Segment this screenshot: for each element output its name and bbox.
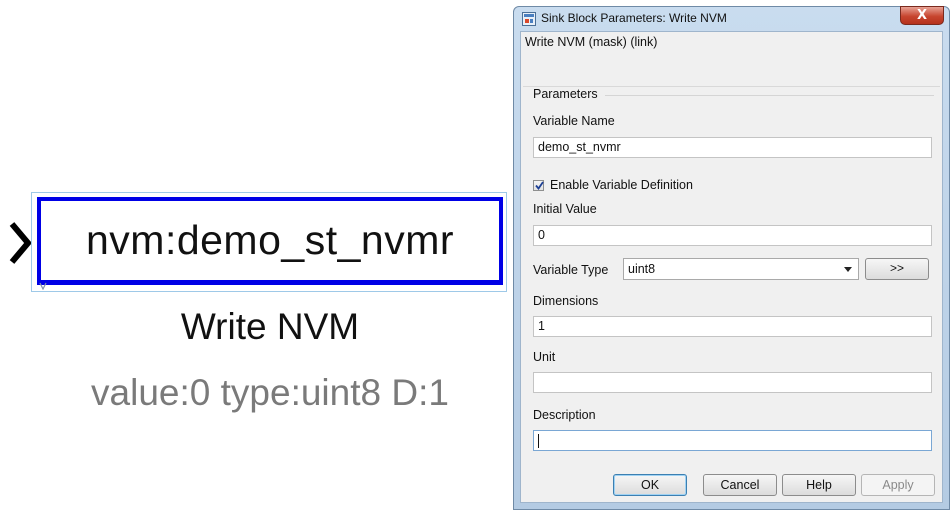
description-label: Description: [533, 408, 596, 422]
text-caret: [538, 434, 539, 448]
cancel-button[interactable]: Cancel: [703, 474, 777, 496]
variable-type-value: uint8: [628, 262, 656, 276]
variable-name-label: Variable Name: [533, 114, 615, 128]
group-divider: [605, 95, 934, 96]
initial-value-input[interactable]: 0: [533, 225, 932, 246]
dialog-title: Sink Block Parameters: Write NVM: [541, 11, 727, 25]
dimensions-input[interactable]: 1: [533, 316, 932, 337]
initial-value-label: Initial Value: [533, 202, 597, 216]
apply-button[interactable]: Apply: [861, 474, 935, 496]
simulink-app-icon: [522, 12, 536, 26]
write-nvm-block[interactable]: nvm:demo_st_nvmr: [31, 192, 507, 292]
checkmark-icon: [535, 180, 544, 190]
parameters-group-title: Parameters: [533, 87, 598, 101]
enable-definition-checkbox[interactable]: [533, 179, 544, 191]
close-icon: X: [916, 8, 928, 23]
data-type-assistant-button[interactable]: >>: [865, 258, 929, 280]
help-button[interactable]: Help: [782, 474, 856, 496]
variable-type-label: Variable Type: [533, 263, 609, 277]
dimensions-label: Dimensions: [533, 294, 599, 308]
dropdown-arrow-icon: [844, 267, 852, 272]
enable-definition-row[interactable]: Enable Variable Definition: [533, 178, 693, 192]
mask-header: Write NVM (mask) (link): [525, 35, 658, 49]
description-input[interactable]: [533, 430, 932, 451]
variable-name-input[interactable]: demo_st_nvmr: [533, 137, 932, 158]
block-annotation: value:0 type:uint8 D:1: [91, 372, 449, 413]
ok-button[interactable]: OK: [613, 474, 687, 496]
block-parameters-dialog: Sink Block Parameters: Write NVM X Write…: [513, 6, 950, 510]
library-link-icon: [39, 282, 47, 290]
dialog-button-row: OK Cancel Help Apply: [521, 474, 942, 500]
variable-type-select[interactable]: uint8: [623, 258, 859, 280]
block-name-label: Write NVM: [180, 306, 360, 347]
unit-input[interactable]: [533, 372, 932, 393]
block-display-text: nvm:demo_st_nvmr: [37, 197, 503, 285]
dialog-content: Write NVM (mask) (link) Parameters Varia…: [520, 31, 943, 503]
enable-definition-label: Enable Variable Definition: [550, 178, 693, 192]
unit-label: Unit: [533, 350, 556, 364]
dialog-titlebar[interactable]: Sink Block Parameters: Write NVM X: [514, 6, 949, 31]
close-button[interactable]: X: [900, 6, 944, 25]
